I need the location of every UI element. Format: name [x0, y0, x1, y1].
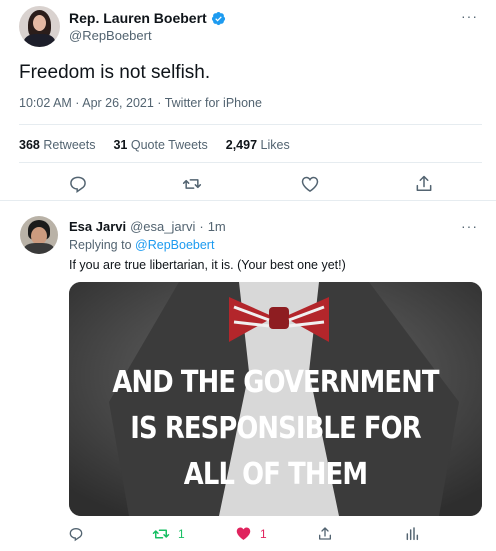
- meme-caption-line: IS RESPONSIBLE FOR: [130, 411, 421, 446]
- retweet-icon[interactable]: [182, 174, 202, 194]
- retweets-stat[interactable]: 368 Retweets: [19, 138, 95, 152]
- author-handle[interactable]: @RepBoebert: [69, 28, 152, 43]
- quote-tweets-stat[interactable]: 31 Quote Tweets: [113, 138, 207, 152]
- reply-header: Esa Jarvi @esa_jarvi · 1m: [69, 219, 226, 234]
- verified-badge-icon: [211, 11, 225, 25]
- tweet-timestamp-source[interactable]: 10:02 AM · Apr 26, 2021 · Twitter for iP…: [19, 96, 262, 110]
- reply-icon[interactable]: [68, 526, 84, 542]
- reply-author-avatar[interactable]: [20, 216, 58, 254]
- like-icon[interactable]: [235, 525, 252, 542]
- divider: [19, 124, 482, 125]
- reply-text: If you are true libertarian, it is. (You…: [69, 258, 346, 272]
- tweet-stats: 368 Retweets 31 Quote Tweets 2,497 Likes: [19, 138, 290, 152]
- replying-to-line: Replying to @RepBoebert: [69, 238, 215, 252]
- reply-author-name[interactable]: Esa Jarvi: [69, 219, 126, 234]
- tweet-action-bar: [0, 174, 496, 196]
- main-tweet: Rep. Lauren Boebert @RepBoebert ··· Free…: [0, 0, 496, 201]
- separator-dot: ·: [199, 219, 204, 234]
- meme-caption-line: ALL OF THEM: [183, 457, 368, 492]
- tweet-text: Freedom is not selfish.: [19, 62, 211, 83]
- reply-media-image[interactable]: AND THE GOVERNMENT IS RESPONSIBLE FOR AL…: [69, 282, 482, 516]
- author-avatar[interactable]: [19, 6, 60, 47]
- author-display-name[interactable]: Rep. Lauren Boebert: [69, 10, 207, 26]
- reply-action-bar: 1 1: [0, 524, 496, 544]
- reply-tweet[interactable]: Esa Jarvi @esa_jarvi · 1m ··· Replying t…: [0, 202, 496, 551]
- reply-icon[interactable]: [68, 174, 88, 194]
- reply-author-handle[interactable]: @esa_jarvi: [130, 219, 195, 234]
- analytics-icon[interactable]: [404, 526, 420, 542]
- author-name-row[interactable]: Rep. Lauren Boebert: [69, 10, 226, 26]
- divider: [19, 162, 482, 163]
- share-icon[interactable]: [414, 174, 434, 194]
- replying-to-link[interactable]: @RepBoebert: [135, 238, 214, 252]
- retweet-count: 1: [178, 527, 185, 541]
- more-icon[interactable]: ···: [461, 218, 478, 234]
- reply-time[interactable]: 1m: [208, 219, 226, 234]
- share-icon[interactable]: [317, 526, 333, 542]
- like-icon[interactable]: [300, 174, 320, 194]
- retweet-icon[interactable]: [152, 525, 170, 543]
- more-icon[interactable]: ···: [461, 8, 478, 24]
- like-count: 1: [260, 527, 267, 541]
- meme-caption-line: AND THE GOVERNMENT: [112, 365, 439, 400]
- likes-stat[interactable]: 2,497 Likes: [226, 138, 290, 152]
